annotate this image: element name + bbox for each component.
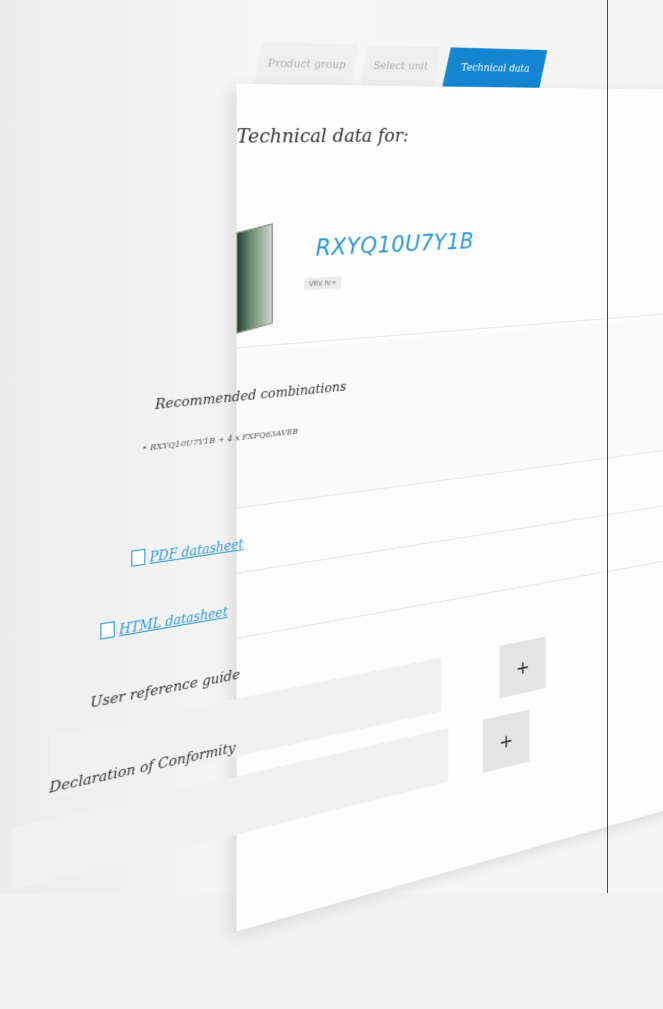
tab-technical-data[interactable]: Technical data: [442, 47, 547, 89]
recommended-item: • RXYQ10U7Y1B + 4 x FXFQ63AVEB: [142, 426, 298, 453]
tab-product-group[interactable]: Product group: [254, 42, 359, 87]
page-title: Technical data for:: [236, 124, 409, 148]
document-icon: [100, 621, 115, 640]
recommended-item-text: RXYQ10U7Y1B + 4 x FXFQ63AVEB: [149, 426, 299, 453]
recommended-title: Recommended combinations: [155, 379, 347, 414]
expand-user-reference-guide-button[interactable]: +: [499, 636, 546, 699]
pdf-datasheet-label: PDF datasheet: [149, 536, 244, 566]
product-tag: VRV IV+: [304, 276, 342, 291]
header-section: Technical data for:: [236, 83, 663, 199]
tab-bar: Product group Select unit Technical data: [254, 42, 549, 89]
guide-line: [607, 0, 608, 893]
product-name[interactable]: RXYQ10U7Y1B: [316, 229, 474, 262]
document-icon: [131, 548, 146, 567]
html-datasheet-link[interactable]: HTML datasheet: [100, 602, 228, 641]
tab-select-unit[interactable]: Select unit: [361, 45, 441, 88]
pdf-datasheet-link[interactable]: PDF datasheet: [131, 535, 243, 568]
outdoor-unit-icon: [236, 223, 273, 334]
html-datasheet-label: HTML datasheet: [119, 604, 228, 638]
